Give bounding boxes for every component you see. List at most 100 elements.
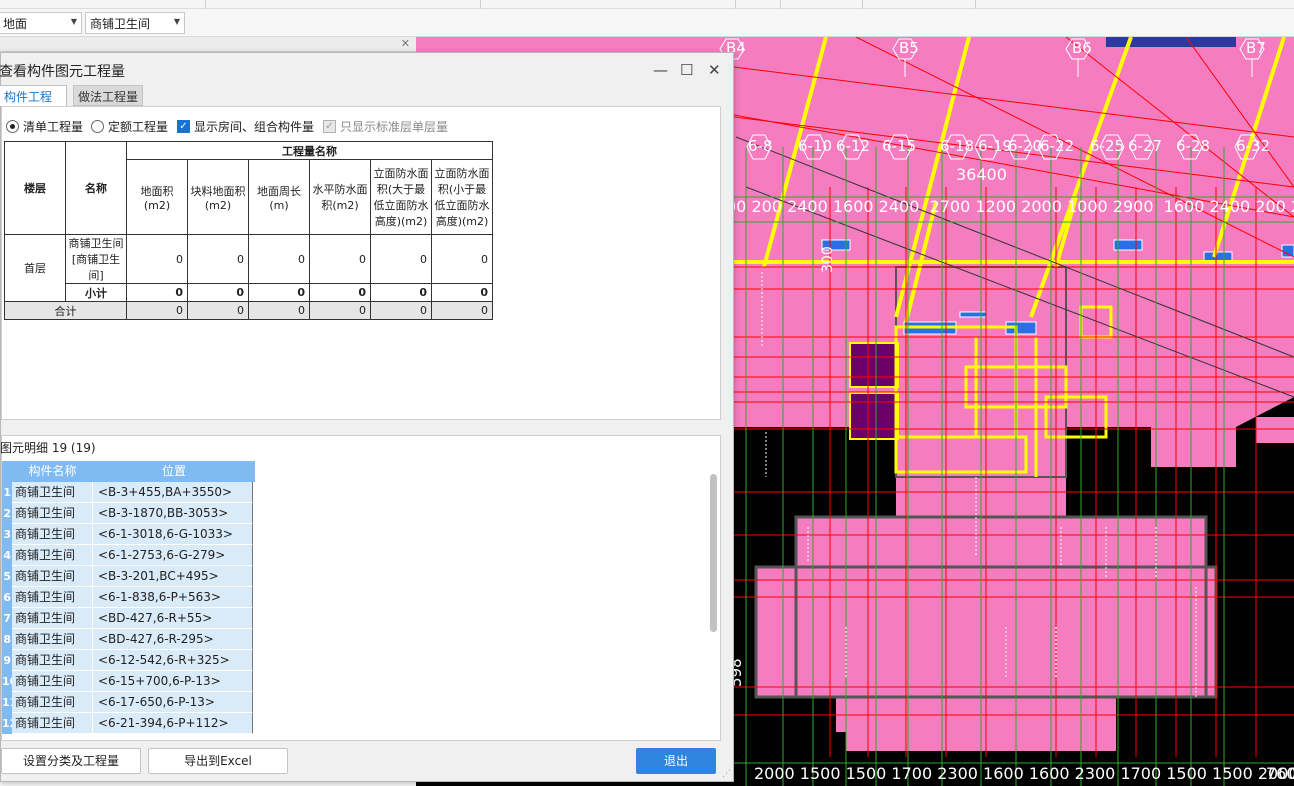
axis-label-6-19: 6-19 (978, 137, 1013, 155)
cell-total: 0 (370, 301, 432, 320)
cell-value: 0 (126, 234, 188, 284)
row-index: 4 (2, 545, 12, 566)
cell-total-label: 合计 (4, 301, 127, 320)
header-vertical-waterproof-above: 立面防水面积(大于最低立面防水高度)(m2) (370, 159, 432, 235)
axis-label-6-27: 6-27 (1128, 137, 1163, 155)
header-component-name[interactable]: 构件名称 (12, 461, 93, 482)
cell-value: 0 (431, 234, 493, 284)
radio-unselected-icon (91, 120, 104, 133)
scrollbar-thumb[interactable] (710, 474, 717, 632)
quantity-summary-pane: 清单工程量 定额工程量 ✓ 显示房间、组合构件量 ✓ 只显示标准层单层量 楼层 … (1, 106, 721, 420)
bill-quantity-label: 清单工程量 (23, 120, 84, 134)
axis-label-b6: B6 (1072, 39, 1092, 57)
tab-method-quantity[interactable]: 做法工程量 (73, 85, 143, 106)
grid-header: 构件名称 位置 (12, 461, 255, 482)
cell-subtotal: 0 (126, 283, 188, 302)
table-row[interactable]: 4 商铺卫生间 <6-1-2753,6-G-279> (2, 545, 255, 566)
cell-component-name[interactable]: 商铺卫生间 (12, 692, 93, 713)
maximize-icon[interactable]: ☐ (680, 61, 693, 79)
cell-component-name[interactable]: 商铺卫生间 (12, 566, 93, 587)
cell-subtotal: 0 (431, 283, 493, 302)
cell-component-name[interactable]: 商铺卫生间 (12, 503, 93, 524)
cell-component-name[interactable]: 商铺卫生间 (12, 524, 93, 545)
cell-position[interactable]: <6-1-2753,6-G-279> (93, 545, 253, 566)
show-room-combo-checkbox[interactable]: ✓ 显示房间、组合构件量 (177, 118, 314, 135)
cell-component-name[interactable]: 商铺卫生间 (12, 482, 93, 503)
table-row[interactable]: 11 商铺卫生间 <6-17-650,6-P-13> (2, 692, 255, 713)
quota-quantity-radio[interactable]: 定额工程量 (91, 118, 168, 135)
header-horizontal-waterproof: 水平防水面积(m2) (309, 159, 371, 235)
ribbon-separator (862, 0, 863, 9)
cell-position[interactable]: <6-17-650,6-P-13> (93, 692, 253, 713)
row-index: 12 (2, 713, 17, 734)
radio-selected-icon (6, 120, 19, 133)
cell-total: 0 (126, 301, 188, 320)
floor-select[interactable]: 地面 ▼ (0, 12, 82, 34)
cell-value: 0 (248, 234, 310, 284)
cell-position[interactable]: <BD-427,6-R+55> (93, 608, 253, 629)
table-row[interactable]: 8 商铺卫生间 <BD-427,6-R-295> (2, 629, 255, 650)
row-index: 8 (2, 629, 12, 650)
table-row[interactable]: 6 商铺卫生间 <6-1-838,6-P+563> (2, 587, 255, 608)
cell-component-name[interactable]: 商铺卫生间 (12, 671, 93, 692)
cell-subtotal: 0 (309, 283, 371, 302)
table-row[interactable]: 5 商铺卫生间 <B-3-201,BC+495> (2, 566, 255, 587)
table-row[interactable]: 7 商铺卫生间 <BD-427,6-R+55> (2, 608, 255, 629)
table-row[interactable]: 2 商铺卫生间 <B-3-1870,BB-3053> (2, 503, 255, 524)
cell-component-name[interactable]: 商铺卫生间 (12, 587, 93, 608)
header-position[interactable]: 位置 (93, 461, 255, 482)
only-standard-floor-label: 只显示标准层单层量 (340, 120, 449, 134)
detail-scrollbar[interactable] (709, 472, 718, 734)
set-category-button[interactable]: 设置分类及工程量 (1, 748, 141, 774)
table-row[interactable]: 3 商铺卫生间 <6-1-3018,6-G-1033> (2, 524, 255, 545)
row-index: 11 (2, 692, 17, 713)
cell-position[interactable]: <B-3-1870,BB-3053> (93, 503, 253, 524)
cell-position[interactable]: <6-15+700,6-P-13> (93, 671, 253, 692)
checkmark-icon: ✓ (323, 120, 336, 133)
cell-position[interactable]: <B-3-201,BC+495> (93, 566, 253, 587)
ribbon-separator (480, 0, 481, 9)
cell-position[interactable]: <B-3+455,BA+3550> (93, 482, 253, 503)
cell-position[interactable]: <BD-427,6-R-295> (93, 629, 253, 650)
component-select[interactable]: 商铺卫生间 ▼ (85, 12, 185, 34)
table-row[interactable]: 9 商铺卫生间 <6-12-542,6-R+325> (2, 650, 255, 671)
table-row[interactable]: 10 商铺卫生间 <6-15+700,6-P-13> (2, 671, 255, 692)
axis-label-6-15: 6-15 (882, 137, 917, 155)
header-vertical-waterproof-below: 立面防水面积(小于最低立面防水高度)(m2) (431, 159, 493, 235)
cell-position[interactable]: <6-21-394,6-P+112> (93, 713, 253, 734)
axis-label-6-12: 6-12 (836, 137, 871, 155)
minimize-icon[interactable]: — (653, 61, 668, 79)
cell-component-name[interactable]: 商铺卫生间 (12, 608, 93, 629)
header-perimeter: 地面周长(m) (248, 159, 310, 235)
resize-grip-icon[interactable]: ⋰ (722, 769, 731, 779)
side-panel-header: ✕ (0, 37, 416, 52)
header-name: 名称 (65, 141, 127, 235)
header-floor: 楼层 (4, 141, 66, 235)
ribbon-separator (735, 0, 736, 9)
cell-position[interactable]: <6-12-542,6-R+325> (93, 650, 253, 671)
cell-floor: 首层 (4, 234, 66, 302)
cell-position[interactable]: <6-1-838,6-P+563> (93, 587, 253, 608)
axis-label-6-25: 6-25 (1090, 137, 1125, 155)
tab-component-quantity[interactable]: 构件工程量 (0, 85, 67, 121)
component-quantity-dialog: 查看构件图元工程量 — ☐ ✕ 构件工程量 做法工程量 清单工程量 定额工程量 … (0, 52, 734, 782)
cell-component-name[interactable]: 商铺卫生间 (12, 629, 93, 650)
axis-label-b7: B7 (1246, 39, 1266, 57)
cell-component-name[interactable]: 商铺卫生间 (12, 713, 93, 734)
exit-button[interactable]: 退出 (636, 748, 716, 774)
close-icon[interactable]: ✕ (708, 61, 721, 79)
cell-component-name[interactable]: 商铺卫生间 (12, 650, 93, 671)
element-detail-grid: 构件名称 位置 1 商铺卫生间 <B-3+455,BA+3550> 2 商铺卫生间 <B-… (2, 461, 255, 741)
cell-subtotal: 0 (370, 283, 432, 302)
close-icon[interactable]: ✕ (401, 37, 410, 50)
bill-quantity-radio[interactable]: 清单工程量 (6, 118, 83, 135)
table-row[interactable]: 12 商铺卫生间 <6-21-394,6-P+112> (2, 713, 255, 734)
cell-position[interactable]: <6-1-3018,6-G-1033> (93, 524, 253, 545)
header-quantity-group: 工程量名称 (126, 141, 493, 160)
table-row[interactable]: 1 商铺卫生间 <B-3+455,BA+3550> (2, 482, 255, 503)
cell-total: 0 (309, 301, 371, 320)
row-index: 5 (2, 566, 12, 587)
ribbon-separator (975, 0, 976, 9)
export-excel-button[interactable]: 导出到Excel (148, 748, 288, 774)
cell-component-name[interactable]: 商铺卫生间 (12, 545, 93, 566)
